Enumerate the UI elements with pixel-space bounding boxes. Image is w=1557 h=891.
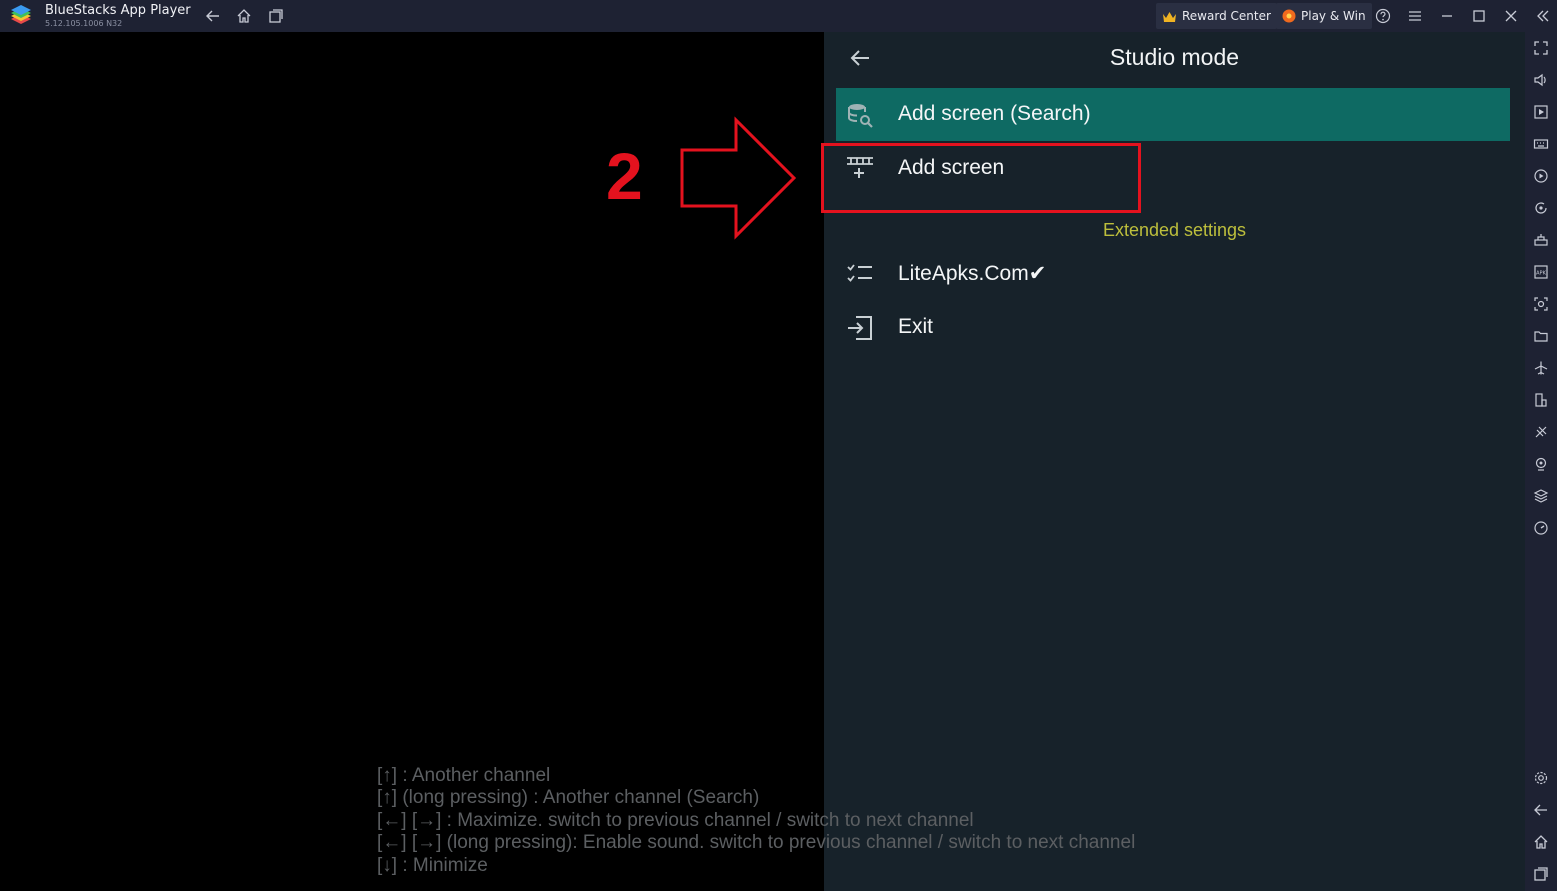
settings-icon[interactable] bbox=[1533, 770, 1549, 786]
hint-line: [↓] : Minimize bbox=[377, 854, 488, 876]
svg-text:APK: APK bbox=[1536, 271, 1546, 277]
airplane-icon[interactable] bbox=[1533, 360, 1549, 376]
volume-icon[interactable] bbox=[1533, 72, 1549, 88]
menu-item-label: Exit bbox=[898, 315, 934, 338]
hint-line: [←] [→] : Maximize. switch to previous c… bbox=[377, 809, 974, 831]
rotate-icon[interactable] bbox=[1533, 200, 1549, 216]
play-and-win-label: Play & Win bbox=[1301, 9, 1366, 23]
menu-item-label: LiteApks.Com✔ bbox=[898, 262, 1047, 285]
device-icon[interactable] bbox=[1533, 392, 1549, 408]
keyboard-hints: [↑] : Another channel [↑] (long pressing… bbox=[377, 765, 1135, 877]
play-win-icon bbox=[1282, 9, 1296, 23]
panel-title: Studio mode bbox=[1109, 44, 1240, 70]
minimize-icon[interactable] bbox=[1437, 6, 1457, 26]
screen-record-icon[interactable] bbox=[1533, 104, 1549, 120]
title-bar: BlueStacks App Player 5.12.105.1006 N32 … bbox=[0, 0, 1557, 32]
sidebar-recent-apps-icon[interactable] bbox=[1533, 866, 1549, 882]
menu-item-liteapks[interactable]: LiteApks.Com✔ bbox=[836, 247, 1510, 300]
eco-mode-icon[interactable] bbox=[1533, 424, 1549, 440]
reward-center-button[interactable]: Reward Center bbox=[1156, 3, 1277, 29]
menu-item-label: Add screen (Search) bbox=[898, 102, 1091, 125]
screenshot-icon[interactable] bbox=[1533, 296, 1549, 312]
menu-item-add-screen-search[interactable]: Add screen (Search) bbox=[836, 88, 1510, 141]
sidebar-back-icon[interactable] bbox=[1533, 802, 1549, 818]
collapse-sidebar-icon[interactable] bbox=[1533, 6, 1553, 26]
app-version: 5.12.105.1006 N32 bbox=[45, 19, 123, 28]
annotation-highlight-box bbox=[821, 143, 1141, 213]
play-and-win-button[interactable]: Play & Win bbox=[1276, 3, 1372, 29]
extended-settings-label: Extended settings bbox=[1102, 220, 1247, 240]
exit-icon bbox=[848, 316, 872, 340]
layers-icon[interactable] bbox=[1533, 488, 1549, 504]
app-title: BlueStacks App Player bbox=[45, 3, 191, 18]
reward-center-label: Reward Center bbox=[1182, 9, 1271, 23]
multi-instance-icon[interactable] bbox=[1533, 232, 1549, 248]
close-icon[interactable] bbox=[1501, 6, 1521, 26]
maximize-icon[interactable] bbox=[1469, 6, 1489, 26]
menu-item-exit[interactable]: Exit bbox=[836, 301, 1510, 354]
back-icon[interactable] bbox=[203, 6, 223, 26]
macro-icon[interactable] bbox=[1533, 168, 1549, 184]
checklist-icon bbox=[847, 264, 872, 282]
location-icon[interactable] bbox=[1533, 456, 1549, 472]
database-search-icon bbox=[848, 104, 873, 128]
bluestacks-logo bbox=[11, 5, 31, 24]
right-toolbar: APK bbox=[1525, 32, 1557, 891]
hint-line: [↑] (long pressing) : Another channel (S… bbox=[377, 787, 760, 809]
keyboard-icon[interactable] bbox=[1533, 136, 1549, 152]
menu-icon[interactable] bbox=[1405, 6, 1425, 26]
hint-line: [←] [→] (long pressing): Enable sound. s… bbox=[377, 832, 1136, 854]
hint-line: [↑] : Another channel bbox=[377, 765, 551, 786]
annotation-step-number: 2 bbox=[606, 139, 643, 213]
sidebar-home-icon[interactable] bbox=[1533, 834, 1549, 850]
crown-icon bbox=[1162, 10, 1177, 23]
performance-icon[interactable] bbox=[1533, 520, 1549, 536]
apk-install-icon[interactable]: APK bbox=[1533, 264, 1549, 280]
home-icon[interactable] bbox=[234, 6, 254, 26]
help-icon[interactable] bbox=[1373, 6, 1393, 26]
annotation-arrow-icon bbox=[680, 116, 797, 240]
folder-icon[interactable] bbox=[1533, 328, 1549, 344]
recent-apps-icon[interactable] bbox=[266, 6, 286, 26]
fullscreen-icon[interactable] bbox=[1533, 40, 1549, 56]
